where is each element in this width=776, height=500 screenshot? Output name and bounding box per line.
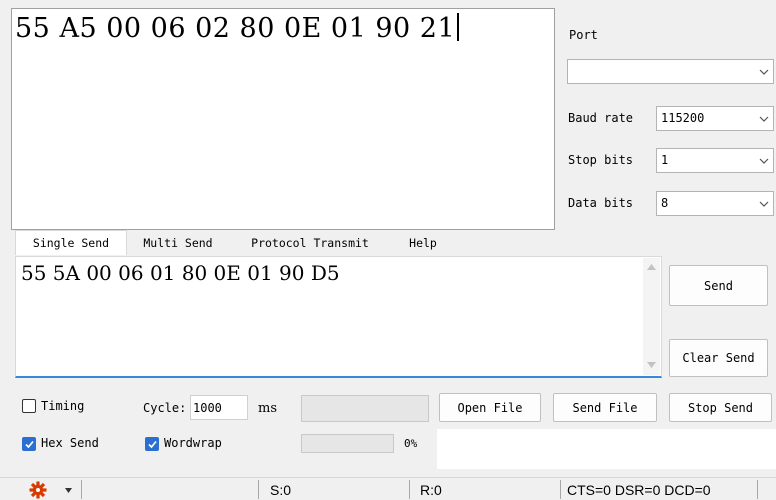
chevron-down-icon xyxy=(759,69,769,75)
baud-rate-value: 115200 xyxy=(661,111,705,125)
port-select[interactable] xyxy=(567,59,774,84)
wordwrap-label: Wordwrap xyxy=(164,436,222,450)
wordwrap-checkbox[interactable] xyxy=(145,437,159,451)
receive-text: 55 A5 00 06 02 80 0E 01 90 21 xyxy=(15,13,460,44)
send-progress-bar xyxy=(301,434,394,453)
caret-down-icon[interactable] xyxy=(65,488,72,493)
file-progress-bar xyxy=(301,395,429,422)
tab-single-send[interactable]: Single Send xyxy=(15,230,127,255)
scroll-down-icon[interactable] xyxy=(647,362,656,368)
stop-bits-select[interactable]: 1 xyxy=(656,148,774,173)
tab-label: Help xyxy=(409,236,437,250)
clear-send-button[interactable]: Clear Send xyxy=(669,339,768,377)
tab-protocol-transmit[interactable]: Protocol Transmit xyxy=(229,230,391,255)
gear-icon[interactable] xyxy=(29,481,47,499)
status-separator xyxy=(560,480,561,499)
received-count: R:0 xyxy=(420,482,442,498)
tab-label: Protocol Transmit xyxy=(251,236,369,250)
stop-bits-label: Stop bits xyxy=(568,153,634,167)
status-separator xyxy=(409,480,410,499)
data-bits-select[interactable]: 8 xyxy=(656,191,774,216)
data-bits-value: 8 xyxy=(661,196,669,210)
chevron-down-icon xyxy=(759,116,769,122)
data-bits-label: Data bits xyxy=(568,196,634,210)
signal-status: CTS=0 DSR=0 DCD=0 xyxy=(567,482,711,498)
cycle-label: Cycle: xyxy=(143,401,187,415)
baud-rate-select[interactable]: 115200 xyxy=(656,106,774,131)
port-label: Port xyxy=(569,28,598,42)
stop-send-button[interactable]: Stop Send xyxy=(669,393,772,422)
status-message-area xyxy=(437,429,776,469)
open-file-button[interactable]: Open File xyxy=(439,393,541,422)
tab-label: Single Send xyxy=(32,236,110,250)
chevron-down-icon xyxy=(759,201,769,207)
send-file-button[interactable]: Send File xyxy=(553,393,657,422)
send-text: 55 5A 00 06 01 80 0E 01 90 D5 xyxy=(21,261,340,285)
send-textarea[interactable]: 55 5A 00 06 01 80 0E 01 90 D5 xyxy=(15,256,662,378)
text-caret xyxy=(457,13,460,41)
checkmark-icon xyxy=(148,440,157,449)
status-separator xyxy=(81,480,82,499)
tab-help[interactable]: Help xyxy=(392,230,454,255)
send-progress-text: 0% xyxy=(404,437,418,450)
send-button[interactable]: Send xyxy=(669,265,768,306)
status-separator xyxy=(757,480,758,499)
cycle-input[interactable]: 1000 xyxy=(190,395,248,420)
send-scrollbar[interactable] xyxy=(643,258,660,375)
scroll-up-icon[interactable] xyxy=(647,264,656,270)
timing-label: Timing xyxy=(41,399,85,413)
baud-rate-label: Baud rate xyxy=(568,111,634,125)
hex-send-label: Hex Send xyxy=(41,436,99,450)
receive-textarea[interactable]: 55 A5 00 06 02 80 0E 01 90 21 xyxy=(11,8,555,230)
chevron-down-icon xyxy=(759,158,769,164)
stop-bits-value: 1 xyxy=(661,153,669,167)
status-separator xyxy=(258,480,259,499)
sent-count: S:0 xyxy=(270,482,292,498)
cycle-unit: ms xyxy=(258,401,277,416)
hex-send-checkbox[interactable] xyxy=(22,437,36,451)
status-bar: S:0 R:0 CTS=0 DSR=0 DCD=0 xyxy=(0,477,776,500)
tab-multi-send[interactable]: Multi Send xyxy=(128,230,228,255)
tab-label: Multi Send xyxy=(143,236,213,250)
cycle-value: 1000 xyxy=(193,401,222,415)
timing-checkbox[interactable] xyxy=(22,399,36,413)
checkmark-icon xyxy=(25,440,34,449)
